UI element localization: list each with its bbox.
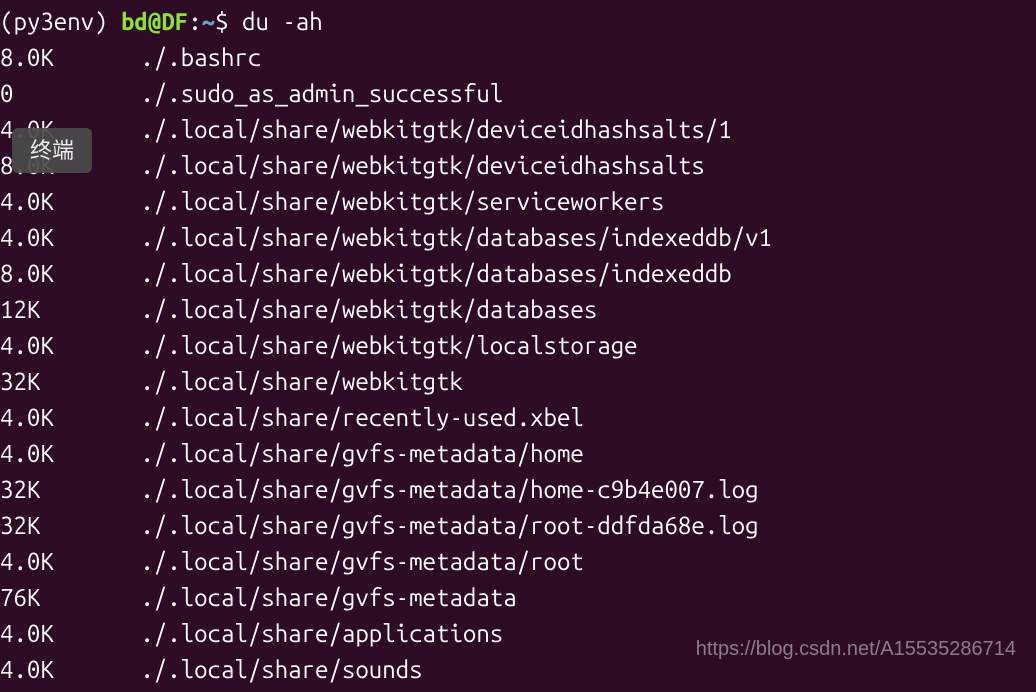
prompt-symbol: $ [215,8,242,35]
env-name: (py3env) [0,8,121,35]
cwd-path: ~ [202,8,215,35]
path-value: ./.local/share/sounds [100,656,423,683]
output-line: 4.0K ./.local/share/webkitgtk/databases/… [0,220,1036,256]
path-value: ./.local/share/applications [100,620,503,647]
size-value: 8.0K [0,40,100,76]
size-value: 8.0K [0,256,100,292]
hostname: DF [161,8,188,35]
output-line: 32K ./.local/share/gvfs-metadata/home-c9… [0,472,1036,508]
username: bd [121,8,148,35]
path-value: ./.sudo_as_admin_successful [100,80,503,107]
output-line: 12K ./.local/share/webkitgtk/databases [0,292,1036,328]
at-symbol: @ [148,8,161,35]
size-value: 4.0K [0,436,100,472]
path-value: ./.local/share/webkitgtk/deviceidhashsal… [100,116,732,143]
path-value: ./.local/share/webkitgtk/deviceidhashsal… [100,152,705,179]
size-value: 32K [0,364,100,400]
watermark-text: https://blog.csdn.net/A15535286714 [696,634,1016,664]
size-value: 4.0K [0,184,100,220]
size-value: 32K [0,508,100,544]
output-line: 8.0K ./.local/share/webkitgtk/databases/… [0,256,1036,292]
size-value: 0 [0,76,100,112]
size-value: 76K [0,580,100,616]
path-value: ./.local/share/recently-used.xbel [100,404,584,431]
output-line: 32K ./.local/share/gvfs-metadata/root-dd… [0,508,1036,544]
terminal-window[interactable]: (py3env) bd@DF:~$ du -ah 8.0K ./.bashrc0… [0,0,1036,692]
path-value: ./.local/share/webkitgtk/serviceworkers [100,188,664,215]
output-line: 4.0K ./.local/share/webkitgtk/localstora… [0,328,1036,364]
path-value: ./.local/share/webkitgtk/databases/index… [100,260,732,287]
size-value: 4.0K [0,544,100,580]
output-line: 32K ./.local/share/webkitgtk [0,364,1036,400]
size-value: 4.0K [0,616,100,652]
output-line: 4.0K ./.local/share/gvfs-metadata/home [0,436,1036,472]
output-line: 0 ./.sudo_as_admin_successful [0,76,1036,112]
output-line: 76K ./.local/share/gvfs-metadata [0,580,1036,616]
size-value: 32K [0,472,100,508]
output-line: 8.0K ./.bashrc [0,40,1036,76]
size-value: 4.0K [0,400,100,436]
path-value: ./.local/share/webkitgtk [100,368,463,395]
path-value: ./.local/share/gvfs-metadata/home [100,440,584,467]
path-value: ./.local/share/gvfs-metadata/home-c9b4e0… [100,476,759,503]
path-value: ./.local/share/gvfs-metadata/root-ddfda6… [100,512,759,539]
tooltip-label: 终端 [12,128,92,173]
prompt-line: (py3env) bd@DF:~$ du -ah [0,4,1036,40]
size-value: 12K [0,292,100,328]
size-value: 4.0K [0,652,100,688]
path-value: ./.local/share/gvfs-metadata [100,584,517,611]
size-value: 4.0K [0,328,100,364]
path-value: ./.local/share/webkitgtk/databases/index… [100,224,772,251]
path-value: ./.local/share/webkitgtk/localstorage [100,332,638,359]
output-container: 8.0K ./.bashrc0 ./.sudo_as_admin_success… [0,40,1036,688]
colon: : [188,8,201,35]
command-text: du -ah [242,8,323,35]
output-line: 8.0K ./.local/share/webkitgtk/deviceidha… [0,148,1036,184]
size-value: 4.0K [0,220,100,256]
path-value: ./.local/share/gvfs-metadata/root [100,548,584,575]
output-line: 4.0K ./.local/share/webkitgtk/servicewor… [0,184,1036,220]
path-value: ./.bashrc [100,44,261,71]
path-value: ./.local/share/webkitgtk/databases [100,296,597,323]
output-line: 4.0K ./.local/share/gvfs-metadata/root [0,544,1036,580]
output-line: 4.0K ./.local/share/recently-used.xbel [0,400,1036,436]
output-line: 4.0K ./.local/share/webkitgtk/deviceidha… [0,112,1036,148]
